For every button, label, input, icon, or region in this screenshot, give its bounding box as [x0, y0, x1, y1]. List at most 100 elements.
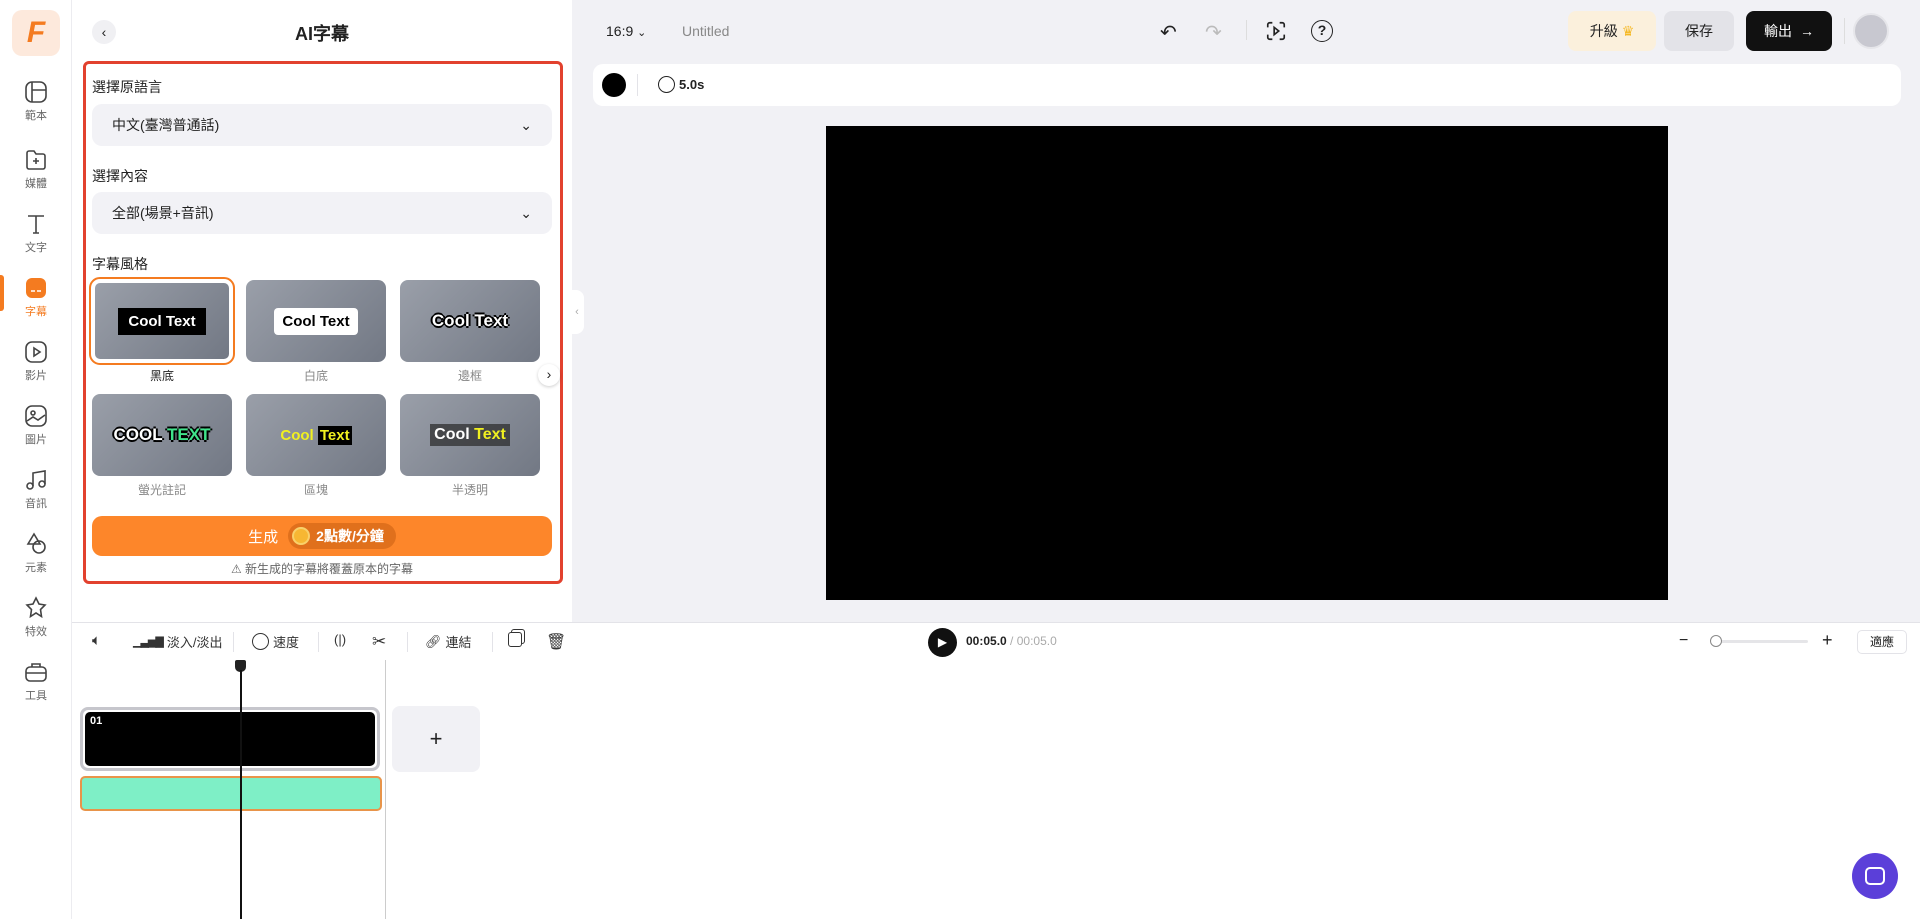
divider [233, 632, 234, 652]
current-time: 00:05.0 [966, 634, 1007, 648]
help-button[interactable]: ? [1311, 20, 1333, 42]
style-sample: COOL [113, 425, 163, 444]
style-card-highlight[interactable]: COOL TEXT [92, 394, 232, 476]
play-button[interactable]: ▶ [928, 628, 957, 657]
style-sample: Cool Text [431, 311, 509, 330]
divider [318, 632, 319, 652]
redo-button[interactable]: ↷ [1205, 20, 1222, 45]
video-clip[interactable]: 01 [80, 707, 380, 771]
project-name[interactable]: Untitled [682, 23, 729, 39]
link-icon: 🔗︎ [425, 633, 442, 649]
style-label: 字幕風格 [92, 256, 148, 272]
text-icon [28, 215, 44, 234]
style-name: 螢光註記 [137, 483, 186, 497]
style-card-block[interactable]: Cool Text [246, 394, 386, 476]
undo-button[interactable]: ↶ [1160, 20, 1177, 45]
style-sample: Text [317, 425, 352, 445]
style-sample: Cool [280, 426, 314, 444]
timeline-end-line [385, 660, 386, 919]
save-label: 保存 [1685, 23, 1713, 39]
sidebar-item-subtitle[interactable]: 字幕 [0, 276, 72, 319]
zoom-out-button[interactable]: − [1679, 632, 1688, 650]
overwrite-warning: ⚠ 新生成的字幕將覆蓋原本的字幕 [92, 560, 552, 577]
app-logo[interactable]: F [12, 10, 60, 56]
playhead[interactable] [240, 670, 242, 919]
plus-icon: + [1822, 630, 1833, 650]
add-clip-button[interactable]: + [392, 706, 480, 772]
style-sample: Cool Text [274, 307, 358, 335]
zoom-slider[interactable] [1712, 640, 1808, 643]
avatar[interactable] [1853, 13, 1889, 49]
coin-icon [292, 527, 311, 545]
sidebar-item-template[interactable]: 範本 [0, 80, 72, 123]
volume-button[interactable]: 🔈︎ [92, 632, 101, 649]
background-color-button[interactable] [602, 73, 626, 97]
content-select[interactable]: 全部(場景+音訊) ⌄ [92, 192, 552, 234]
delete-button[interactable]: 🗑︎ [546, 632, 566, 652]
total-time: / 00:05.0 [1010, 634, 1057, 648]
style-name: 邊框 [457, 369, 482, 383]
style-card-outline[interactable]: Cool Text [400, 280, 540, 362]
sidebar-item-media[interactable]: 媒體 [0, 148, 72, 191]
generate-label: 生成 [248, 528, 279, 546]
sidebar-item-video[interactable]: 影片 [0, 340, 72, 383]
style-card-white[interactable]: Cool Text [246, 280, 386, 362]
language-select[interactable]: 中文(臺灣普通話) ⌄ [92, 104, 552, 146]
shapes-icon [26, 532, 46, 554]
content-label: 選擇內容 [92, 168, 148, 184]
export-button[interactable]: 輸出 → [1746, 11, 1832, 51]
chevron-down-icon: ⌄ [520, 204, 532, 221]
styles-next-button[interactable]: › [538, 364, 560, 386]
aspect-ratio-select[interactable]: 16:9 ⌄ [606, 23, 646, 39]
warning-icon: ⚠ [230, 562, 246, 576]
sidebar-label: 範本 [25, 110, 47, 122]
chat-icon [1865, 867, 1885, 885]
sidebar-item-audio[interactable]: 音訊 [0, 468, 72, 511]
style-card-translucent[interactable]: Cool Text [400, 394, 540, 476]
crown-icon: ♛ [1621, 22, 1635, 39]
sidebar-label: 媒體 [25, 178, 47, 190]
left-rail: F 範本 媒體 文字 字幕 影片 圖片 音訊 元素 特效 工具 [0, 0, 72, 919]
save-button[interactable]: 保存 [1664, 11, 1734, 51]
sidebar-item-elements[interactable]: 元素 [0, 532, 72, 575]
image-icon [25, 405, 47, 427]
sidebar-label: 字幕 [25, 306, 47, 318]
template-icon [25, 81, 47, 103]
generate-button[interactable]: 生成 2點數/分鐘 [92, 516, 552, 556]
fit-button[interactable]: 適應 [1857, 630, 1907, 654]
sidebar-label: 特效 [25, 626, 47, 638]
speed-button[interactable]: 速度 [252, 632, 299, 651]
chevron-left-icon: ‹ [575, 306, 579, 318]
divider [1844, 18, 1845, 44]
duplicate-button[interactable] [508, 632, 522, 647]
sidebar-item-image[interactable]: 圖片 [0, 404, 72, 447]
link-button[interactable]: 🔗︎ 連結 [425, 632, 472, 651]
effects-icon [25, 596, 47, 619]
fade-label: 淡入/淡出 [166, 635, 223, 650]
upgrade-button[interactable]: 升級 ♛ [1568, 11, 1656, 51]
collapse-panel-handle[interactable]: ‹ [570, 290, 584, 334]
video-canvas[interactable] [826, 126, 1668, 600]
sidebar-label: 圖片 [25, 434, 47, 446]
music-icon [26, 470, 46, 490]
zoom-slider-handle[interactable] [1710, 635, 1722, 647]
chat-support-button[interactable] [1852, 853, 1898, 899]
time-display: 00:05.0 / 00:05.0 [966, 634, 1057, 648]
minus-icon: − [1679, 632, 1689, 649]
zoom-in-button[interactable]: + [1822, 630, 1833, 651]
arrow-right-icon: → [1800, 23, 1814, 39]
style-card-black[interactable]: Cool Text [89, 277, 235, 365]
sidebar-item-effects[interactable]: 特效 [0, 596, 72, 639]
cut-button[interactable]: ✂ [372, 632, 386, 652]
cost-text: 2點數/分鐘 [316, 528, 384, 544]
fade-button[interactable]: ▁▃▅▇ 淡入/淡出 [133, 632, 222, 651]
preview-button[interactable] [1265, 20, 1287, 47]
duration-value: 5.0s [679, 77, 705, 92]
sidebar-item-text[interactable]: 文字 [0, 212, 72, 255]
duration-button[interactable]: 5.0s [658, 76, 704, 93]
split-button[interactable]: (|) [334, 632, 346, 647]
subtitle-icon [26, 278, 46, 298]
sidebar-item-tools[interactable]: 工具 [0, 660, 72, 703]
audio-track[interactable] [80, 776, 382, 811]
language-value: 中文(臺灣普通話) [112, 117, 220, 133]
